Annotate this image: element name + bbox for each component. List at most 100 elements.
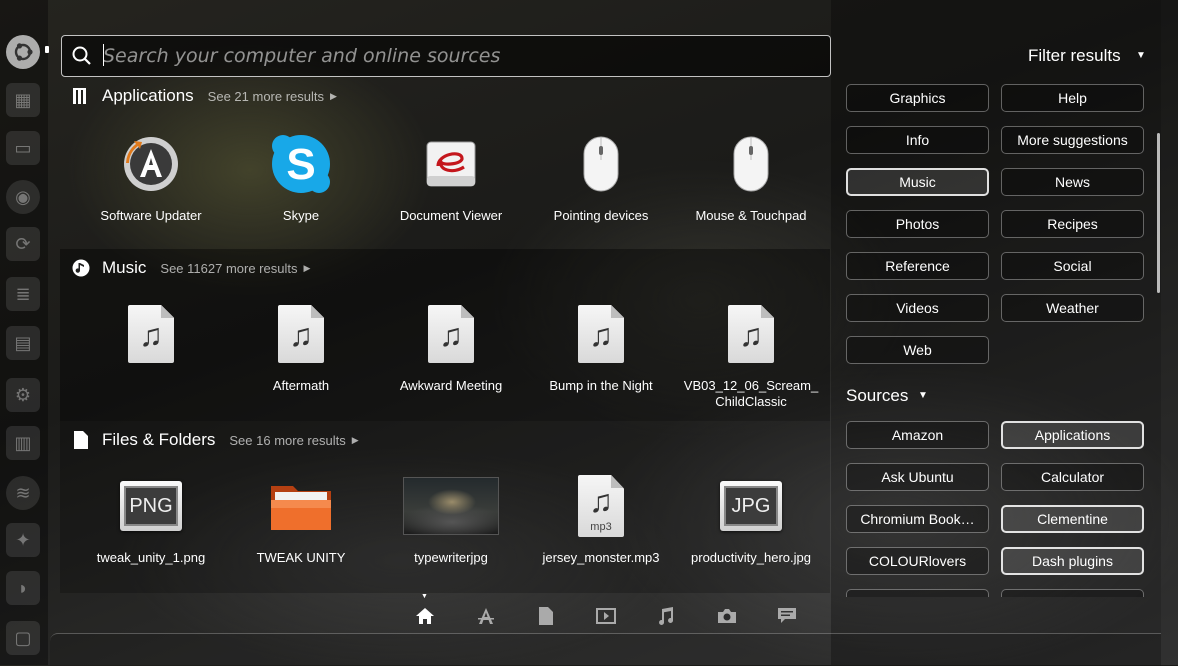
active-indicator (45, 46, 49, 53)
see-more-link[interactable]: See 11627 more results (160, 261, 297, 276)
category-header-music[interactable]: Music See 11627 more results ▶ (72, 256, 310, 280)
result-tile[interactable]: Pointing devices (526, 128, 676, 224)
result-tile[interactable]: Document Viewer (376, 128, 526, 224)
tile-label: Aftermath (272, 378, 330, 393)
settings-icon[interactable]: ⚙ (6, 378, 40, 412)
chevron-right-icon: ▶ (351, 434, 359, 445)
category-header-applications[interactable]: Applications See 21 more results ▶ (72, 84, 337, 108)
filter-social[interactable]: Social (1001, 252, 1144, 280)
music-icon[interactable] (654, 604, 678, 628)
png-file-icon: PNG (115, 470, 187, 542)
result-tile[interactable]: ♫ Aftermath (226, 298, 376, 394)
mp3-file-icon: ♫ mp3 (565, 470, 637, 542)
dash-edge (1161, 0, 1178, 665)
skype-icon: S (265, 128, 337, 200)
category-title: Music (102, 258, 147, 277)
filter-videos[interactable]: Videos (846, 294, 989, 322)
filter-weather[interactable]: Weather (1001, 294, 1144, 322)
update-icon[interactable]: ⟳ (6, 227, 40, 261)
workspace-switcher-icon[interactable]: ▦ (6, 83, 40, 117)
music-file-icon: ♫ (265, 298, 337, 370)
source-clementine[interactable]: Clementine (1001, 505, 1144, 533)
result-tile[interactable]: ♫ VB03_12_06_Scream_ ChildClassic (676, 298, 826, 410)
file-type-badge: JPG (724, 486, 778, 526)
see-more-link[interactable]: See 21 more results (208, 89, 324, 104)
dash-bottom-edge (50, 633, 1161, 666)
shell-icon[interactable]: ◗ (6, 571, 40, 605)
files-icon[interactable]: ▭ (6, 131, 40, 165)
file-type-badge: mp3 (590, 521, 612, 533)
filter-web[interactable]: Web (846, 336, 989, 364)
music-category-icon (72, 259, 90, 277)
tile-label: Software Updater (100, 208, 202, 223)
source-chromium-bookmarks[interactable]: Chromium Book… (846, 505, 989, 533)
filter-help[interactable]: Help (1001, 84, 1144, 112)
source-ask-ubuntu[interactable]: Ask Ubuntu (846, 463, 989, 491)
library-icon[interactable]: ▥ (6, 426, 40, 460)
result-tile[interactable]: ♫ Awkward Meeting (376, 298, 526, 394)
filter-info[interactable]: Info (846, 126, 989, 154)
chevron-down-icon: ▼ (918, 390, 928, 401)
filter-photos[interactable]: Photos (846, 210, 989, 238)
source-colourlovers[interactable]: COLOURlovers (846, 547, 989, 575)
tile-label: tweak_unity_1.png (96, 550, 206, 565)
filter-reference[interactable]: Reference (846, 252, 989, 280)
source-dash-plugins[interactable]: Dash plugins (1001, 547, 1144, 575)
filter-scrollbar[interactable] (1157, 133, 1160, 293)
spotify-icon[interactable]: ≋ (6, 476, 40, 510)
writer-icon[interactable]: ≣ (6, 277, 40, 311)
source-amazon[interactable]: Amazon (846, 421, 989, 449)
monitor-icon[interactable]: ▢ (6, 621, 40, 655)
video-icon[interactable] (594, 604, 618, 628)
music-file-icon: ♫ (565, 298, 637, 370)
applications-icon[interactable] (474, 604, 498, 628)
result-tile[interactable]: S Skype (226, 128, 376, 224)
result-tile[interactable]: typewriterjpg (376, 470, 526, 566)
jpg-file-icon: JPG (715, 470, 787, 542)
network-icon[interactable]: ✦ (6, 523, 40, 557)
tile-label: Bump in the Night (549, 378, 653, 393)
search-box[interactable] (61, 35, 831, 77)
source-applications[interactable]: Applications (1001, 421, 1144, 449)
folder-icon (265, 470, 337, 542)
chevron-right-icon: ▶ (303, 262, 311, 273)
camera-icon[interactable] (715, 604, 739, 628)
file-icon[interactable] (534, 604, 558, 628)
software-updater-icon (115, 128, 187, 200)
result-tile[interactable]: ♫ Bump in the Night (526, 298, 676, 394)
result-tile[interactable]: Software Updater (76, 128, 226, 224)
files-category-icon (72, 431, 90, 449)
result-tile[interactable]: Mouse & Touchpad (676, 128, 826, 224)
search-icon (72, 46, 91, 65)
filter-news[interactable]: News (1001, 168, 1144, 196)
filter-more-suggestions[interactable]: More suggestions (1001, 126, 1144, 154)
svg-text:S: S (286, 140, 315, 189)
chromium-icon[interactable]: ◉ (6, 180, 40, 214)
result-tile[interactable]: ♫ mp3 jersey_monster.mp3 (526, 470, 676, 566)
result-tile[interactable]: JPG productivity_hero.jpg (676, 470, 826, 566)
filter-results-toggle[interactable]: Filter results (1028, 46, 1121, 66)
speech-bubble-icon[interactable] (775, 604, 799, 628)
category-header-files[interactable]: Files & Folders See 16 more results ▶ (72, 428, 359, 452)
sources-toggle[interactable]: Sources (846, 386, 908, 406)
home-icon[interactable] (413, 604, 437, 628)
mouse-icon (715, 128, 787, 200)
tile-label: TWEAK UNITY (256, 550, 346, 565)
ubuntu-logo-icon[interactable] (6, 35, 40, 69)
document-viewer-icon (415, 128, 487, 200)
tile-label: Awkward Meeting (399, 378, 503, 393)
result-tile[interactable]: PNG tweak_unity_1.png (76, 470, 226, 566)
source-calculator[interactable]: Calculator (1001, 463, 1144, 491)
see-more-link[interactable]: See 16 more results (229, 433, 345, 448)
source-partial (1001, 589, 1144, 597)
calc-icon[interactable]: ▤ (6, 326, 40, 360)
filter-music[interactable]: Music (846, 168, 989, 196)
result-tile[interactable]: TWEAK UNITY (226, 470, 376, 566)
source-partial (846, 589, 989, 597)
filter-graphics[interactable]: Graphics (846, 84, 989, 112)
active-lens-indicator: ▼ (421, 593, 428, 600)
tile-label: Mouse & Touchpad (695, 208, 807, 223)
search-input[interactable] (103, 43, 803, 69)
filter-recipes[interactable]: Recipes (1001, 210, 1144, 238)
result-tile[interactable]: ♫ (76, 298, 226, 378)
